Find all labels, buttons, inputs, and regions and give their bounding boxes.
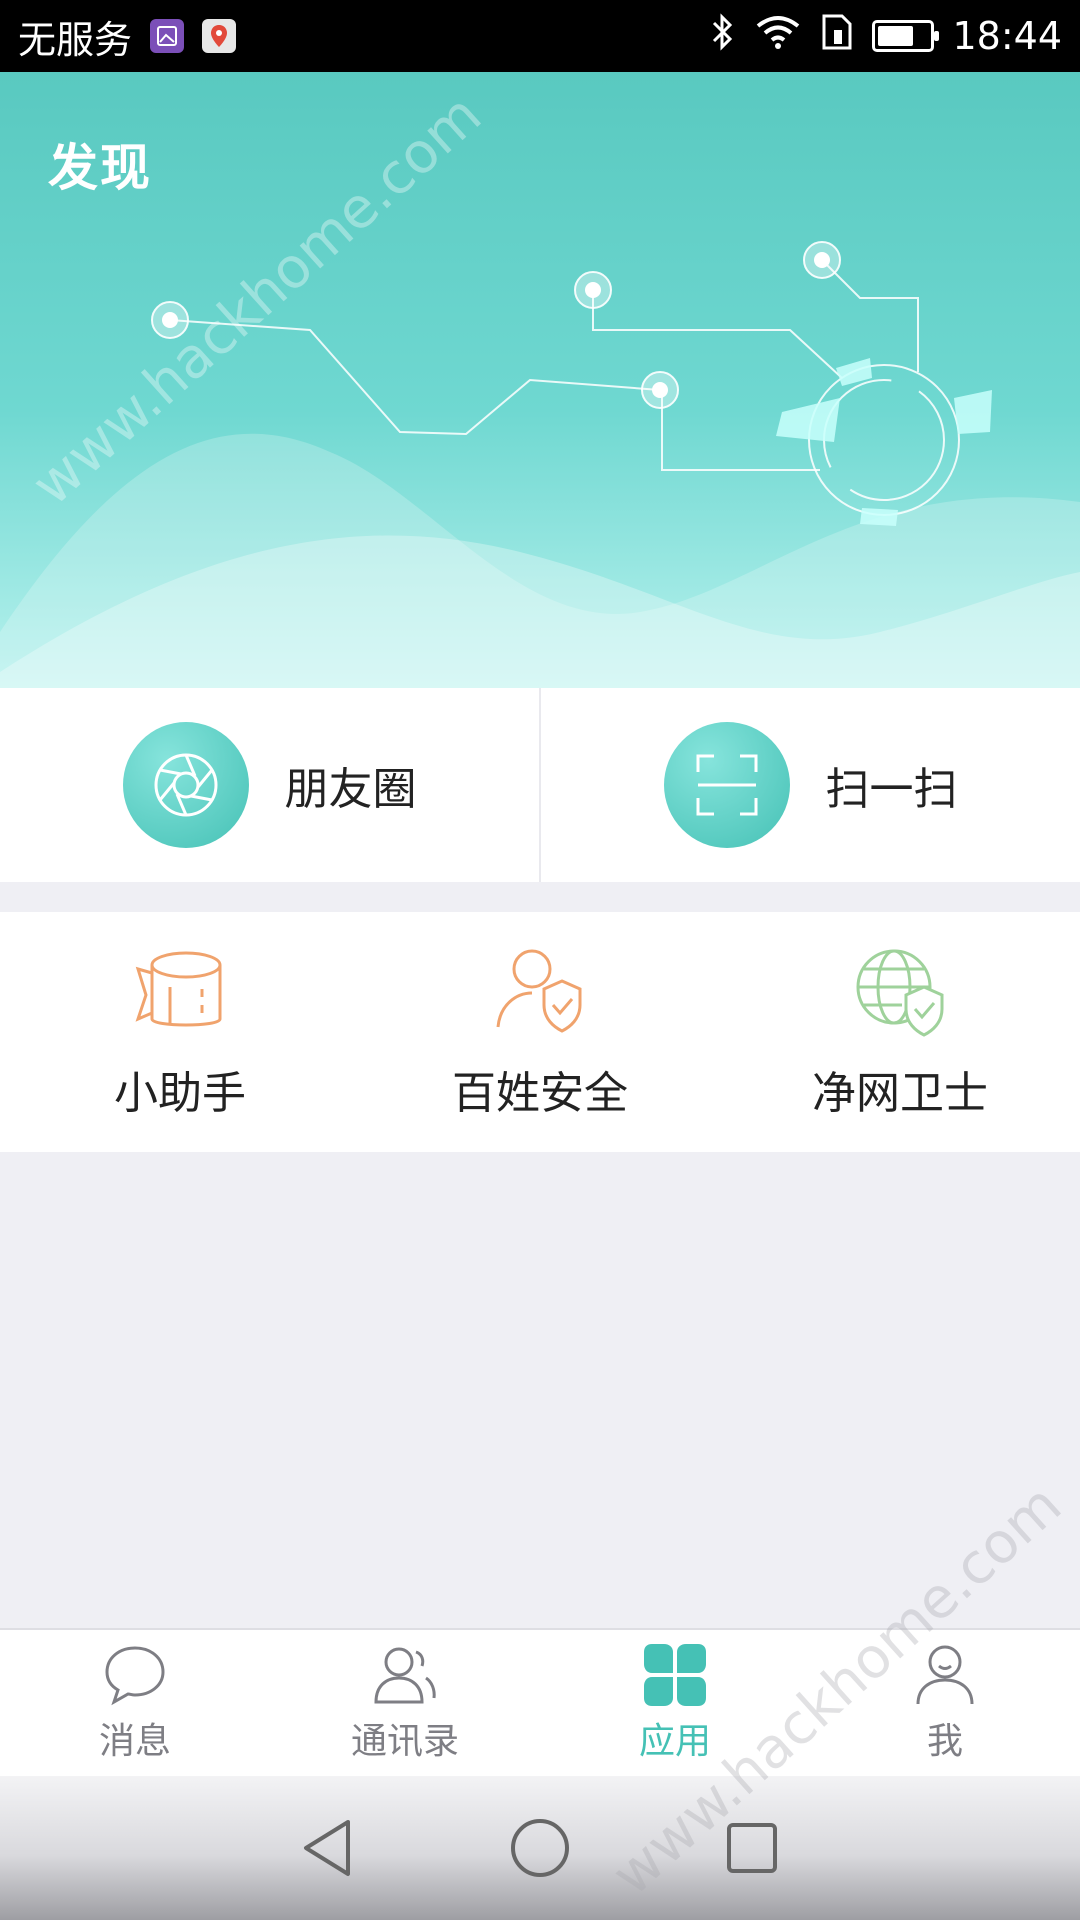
- home-circle-icon: [511, 1819, 569, 1877]
- wifi-icon: [754, 14, 802, 59]
- battery-level: [878, 26, 914, 46]
- scan-button[interactable]: 扫一扫: [539, 688, 1080, 882]
- app-assistant[interactable]: 小助手: [0, 912, 360, 1152]
- system-nav-bar: [0, 1776, 1080, 1920]
- apps-grid-icon: [642, 1642, 708, 1708]
- moments-label: 朋友圈: [284, 764, 417, 815]
- app-net-guard[interactable]: 净网卫士: [720, 912, 1080, 1152]
- page-title: 发现: [48, 139, 152, 197]
- tab-apps-label: 应用: [638, 1721, 711, 1762]
- tab-contacts[interactable]: 通讯录: [270, 1630, 540, 1776]
- contacts-icon: [372, 1642, 438, 1708]
- tab-contacts-label: 通讯录: [350, 1721, 459, 1762]
- net-guard-label: 净网卫士: [812, 1068, 988, 1119]
- aperture-icon: [122, 722, 249, 848]
- apps-grid: 小助手 百姓安全 净网卫士: [0, 912, 1080, 1152]
- status-bar: 无服务 18:44: [0, 0, 1080, 72]
- gallery-notification-icon: [150, 19, 185, 53]
- tab-me-label: 我: [926, 1721, 963, 1762]
- tab-messages-label: 消息: [98, 1721, 171, 1762]
- sim-icon: [820, 12, 854, 61]
- map-notification-icon: [202, 19, 237, 53]
- globe-shield-icon: [852, 943, 948, 1039]
- chat-bubble-icon: [102, 1642, 168, 1708]
- assistant-label: 小助手: [114, 1068, 246, 1119]
- app-public-safety[interactable]: 百姓安全: [360, 912, 720, 1152]
- status-left: 无服务: [18, 9, 237, 64]
- bluetooth-icon: [708, 12, 736, 61]
- clock-text: 18:44: [952, 14, 1062, 58]
- carrier-text: 无服务: [18, 17, 133, 62]
- assistant-icon: [132, 943, 228, 1039]
- quick-actions: 朋友圈 扫一扫: [0, 688, 1080, 882]
- recents-square-icon: [727, 1823, 777, 1873]
- status-right: 18:44: [708, 12, 1062, 61]
- scan-label: 扫一扫: [825, 764, 958, 815]
- tab-messages[interactable]: 消息: [0, 1630, 270, 1776]
- back-button[interactable]: [292, 1812, 364, 1884]
- user-shield-icon: [492, 943, 588, 1039]
- battery-icon: [872, 20, 940, 52]
- moments-button[interactable]: 朋友圈: [0, 688, 539, 882]
- public-safety-label: 百姓安全: [452, 1068, 628, 1119]
- home-button[interactable]: [504, 1812, 576, 1884]
- scan-icon: [663, 722, 790, 848]
- back-triangle-icon: [304, 1820, 350, 1876]
